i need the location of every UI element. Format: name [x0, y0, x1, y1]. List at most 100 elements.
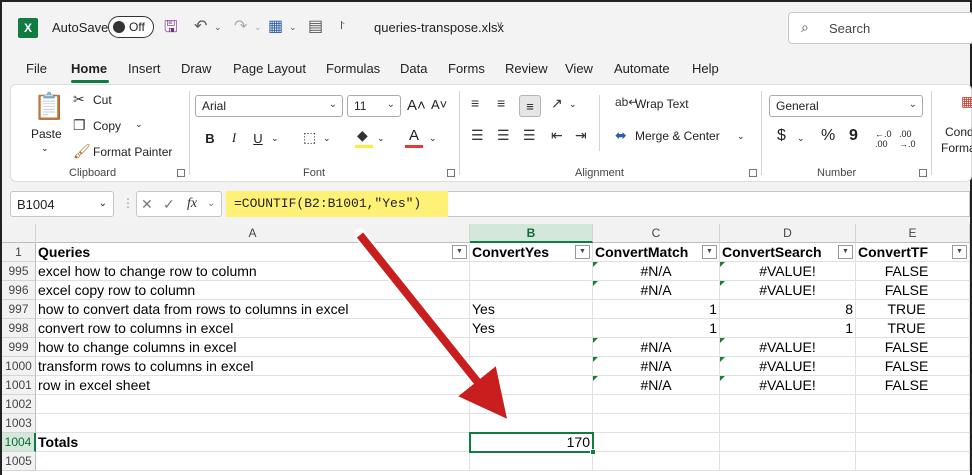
table-cell[interactable]: FALSE	[856, 376, 970, 395]
table-cell[interactable]: FALSE	[856, 281, 970, 300]
decrease-decimal-icon[interactable]: .00 →.0	[899, 129, 916, 149]
cut-icon[interactable]: ✂	[73, 91, 85, 108]
row-header[interactable]: 1000	[2, 357, 36, 376]
tab-data[interactable]: Data	[400, 61, 427, 76]
header-cell[interactable]: Queries ▼	[36, 243, 470, 262]
alignment-launcher-icon[interactable]	[749, 169, 757, 177]
cancel-icon[interactable]: ✕	[141, 196, 153, 213]
format-painter-icon[interactable]: 🖌	[73, 143, 91, 160]
enter-icon[interactable]: ✓	[163, 196, 175, 213]
underline-button[interactable]: U	[247, 127, 269, 149]
table-cell[interactable]	[856, 395, 970, 414]
conditional-formatting-label-1[interactable]: Cond	[945, 125, 972, 139]
table-cell[interactable]: #N/A	[593, 281, 720, 300]
table-cell[interactable]: how to change columns in excel	[36, 338, 470, 357]
decrease-indent-icon[interactable]: ⇤	[551, 127, 563, 144]
table-cell[interactable]: Totals	[36, 433, 470, 452]
table-cell[interactable]: 1	[720, 319, 856, 338]
table-cell[interactable]: #VALUE!	[720, 338, 856, 357]
table-cell[interactable]	[856, 433, 970, 452]
table-cell[interactable]	[470, 452, 593, 471]
tab-formulas[interactable]: Formulas	[326, 61, 380, 76]
filter-dropdown-icon[interactable]: ▼	[952, 245, 967, 259]
table-cell[interactable]: FALSE	[856, 262, 970, 281]
paste-dropdown-icon[interactable]: ⌄	[41, 143, 49, 154]
increase-font-icon[interactable]: A˄	[407, 97, 426, 114]
table-cell[interactable]	[470, 376, 593, 395]
column-header-b[interactable]: B	[470, 224, 593, 243]
table-cell[interactable]	[856, 452, 970, 471]
align-center-icon[interactable]: ☰	[497, 127, 510, 144]
search-box[interactable]: ⌕ Search	[788, 12, 972, 44]
align-right-icon[interactable]: ☰	[523, 127, 536, 144]
tab-review[interactable]: Review	[505, 61, 548, 76]
merge-center-button[interactable]: Merge & Center	[635, 129, 720, 143]
table-cell[interactable]: Yes	[470, 300, 593, 319]
merge-dropdown-icon[interactable]: ⌄	[737, 131, 745, 142]
table-icon[interactable]: ▦	[268, 16, 283, 36]
table-cell[interactable]	[593, 414, 720, 433]
clipboard-launcher-icon[interactable]	[177, 169, 185, 177]
tab-draw[interactable]: Draw	[181, 61, 211, 76]
redo-dropdown-icon[interactable]: ⌄	[254, 22, 262, 33]
conditional-formatting-icon[interactable]: ▦	[961, 93, 972, 110]
underline-dropdown-icon[interactable]: ⌄	[271, 133, 279, 144]
row-header[interactable]: 1005	[2, 452, 36, 471]
italic-button[interactable]: I	[223, 127, 245, 149]
tab-view[interactable]: View	[565, 61, 593, 76]
name-box[interactable]: B1004 ⌄	[10, 191, 114, 217]
header-cell[interactable]: ConvertTF ▼	[856, 243, 970, 262]
table-cell[interactable]	[36, 414, 470, 433]
copy-button[interactable]: Copy	[93, 119, 121, 133]
row-header[interactable]: 1001	[2, 376, 36, 395]
increase-indent-icon[interactable]: ⇥	[575, 127, 587, 144]
copy-dropdown-icon[interactable]: ⌄	[135, 119, 143, 130]
tab-insert[interactable]: Insert	[128, 61, 161, 76]
bold-button[interactable]: B	[199, 127, 221, 149]
table-cell[interactable]: row in excel sheet	[36, 376, 470, 395]
align-top-icon[interactable]: ≡	[471, 95, 479, 111]
cut-button[interactable]: Cut	[93, 93, 112, 107]
fill-color-dropdown-icon[interactable]: ⌄	[377, 133, 385, 144]
format-painter-button[interactable]: Format Painter	[93, 145, 172, 159]
table-cell[interactable]: #N/A	[593, 376, 720, 395]
table-cell[interactable]: convert row to columns in excel	[36, 319, 470, 338]
currency-icon[interactable]: $	[777, 127, 786, 145]
tab-file[interactable]: File	[26, 61, 47, 76]
tab-forms[interactable]: Forms	[448, 61, 485, 76]
fx-dropdown-icon[interactable]: ⌄	[207, 198, 215, 209]
form-icon[interactable]: ▤	[308, 16, 323, 36]
font-name-select[interactable]: Arial ⌄	[195, 95, 343, 117]
font-launcher-icon[interactable]	[447, 169, 455, 177]
table-cell[interactable]: excel how to change row to column	[36, 262, 470, 281]
autosave-toggle[interactable]: Off	[108, 16, 154, 38]
header-cell[interactable]: ConvertSearch ▼	[720, 243, 856, 262]
table-cell[interactable]	[720, 414, 856, 433]
copy-icon[interactable]: ❐	[73, 117, 86, 134]
table-cell[interactable]: #VALUE!	[720, 376, 856, 395]
filter-dropdown-icon[interactable]: ▼	[702, 245, 717, 259]
row-header[interactable]: 1004	[2, 433, 36, 452]
align-middle-icon[interactable]: ≡	[497, 95, 505, 111]
tab-help[interactable]: Help	[692, 61, 719, 76]
filter-dropdown-icon[interactable]: ▼	[452, 245, 467, 259]
conditional-formatting-label-2[interactable]: Forma	[941, 141, 972, 155]
table-cell[interactable]	[593, 452, 720, 471]
align-bottom-icon[interactable]: ≡	[519, 95, 541, 117]
table-dropdown-icon[interactable]: ⌄	[289, 22, 297, 33]
filename-chevron-icon[interactable]: ∨	[496, 20, 503, 31]
header-cell[interactable]: ConvertYes ▼	[470, 243, 593, 262]
column-header-e[interactable]: E	[856, 224, 970, 243]
row-header[interactable]: 996	[2, 281, 36, 300]
file-name[interactable]: queries-transpose.xlsx	[374, 20, 504, 35]
table-cell[interactable]: how to convert data from rows to columns…	[36, 300, 470, 319]
table-cell[interactable]: 1	[593, 319, 720, 338]
table-cell[interactable]: #N/A	[593, 357, 720, 376]
paste-icon[interactable]: 📋	[33, 91, 65, 122]
table-cell[interactable]: TRUE	[856, 300, 970, 319]
table-cell[interactable]: 1	[593, 300, 720, 319]
table-cell[interactable]	[593, 395, 720, 414]
table-cell[interactable]	[470, 281, 593, 300]
filter-dropdown-icon[interactable]: ▼	[838, 245, 853, 259]
column-header-d[interactable]: D	[720, 224, 856, 243]
